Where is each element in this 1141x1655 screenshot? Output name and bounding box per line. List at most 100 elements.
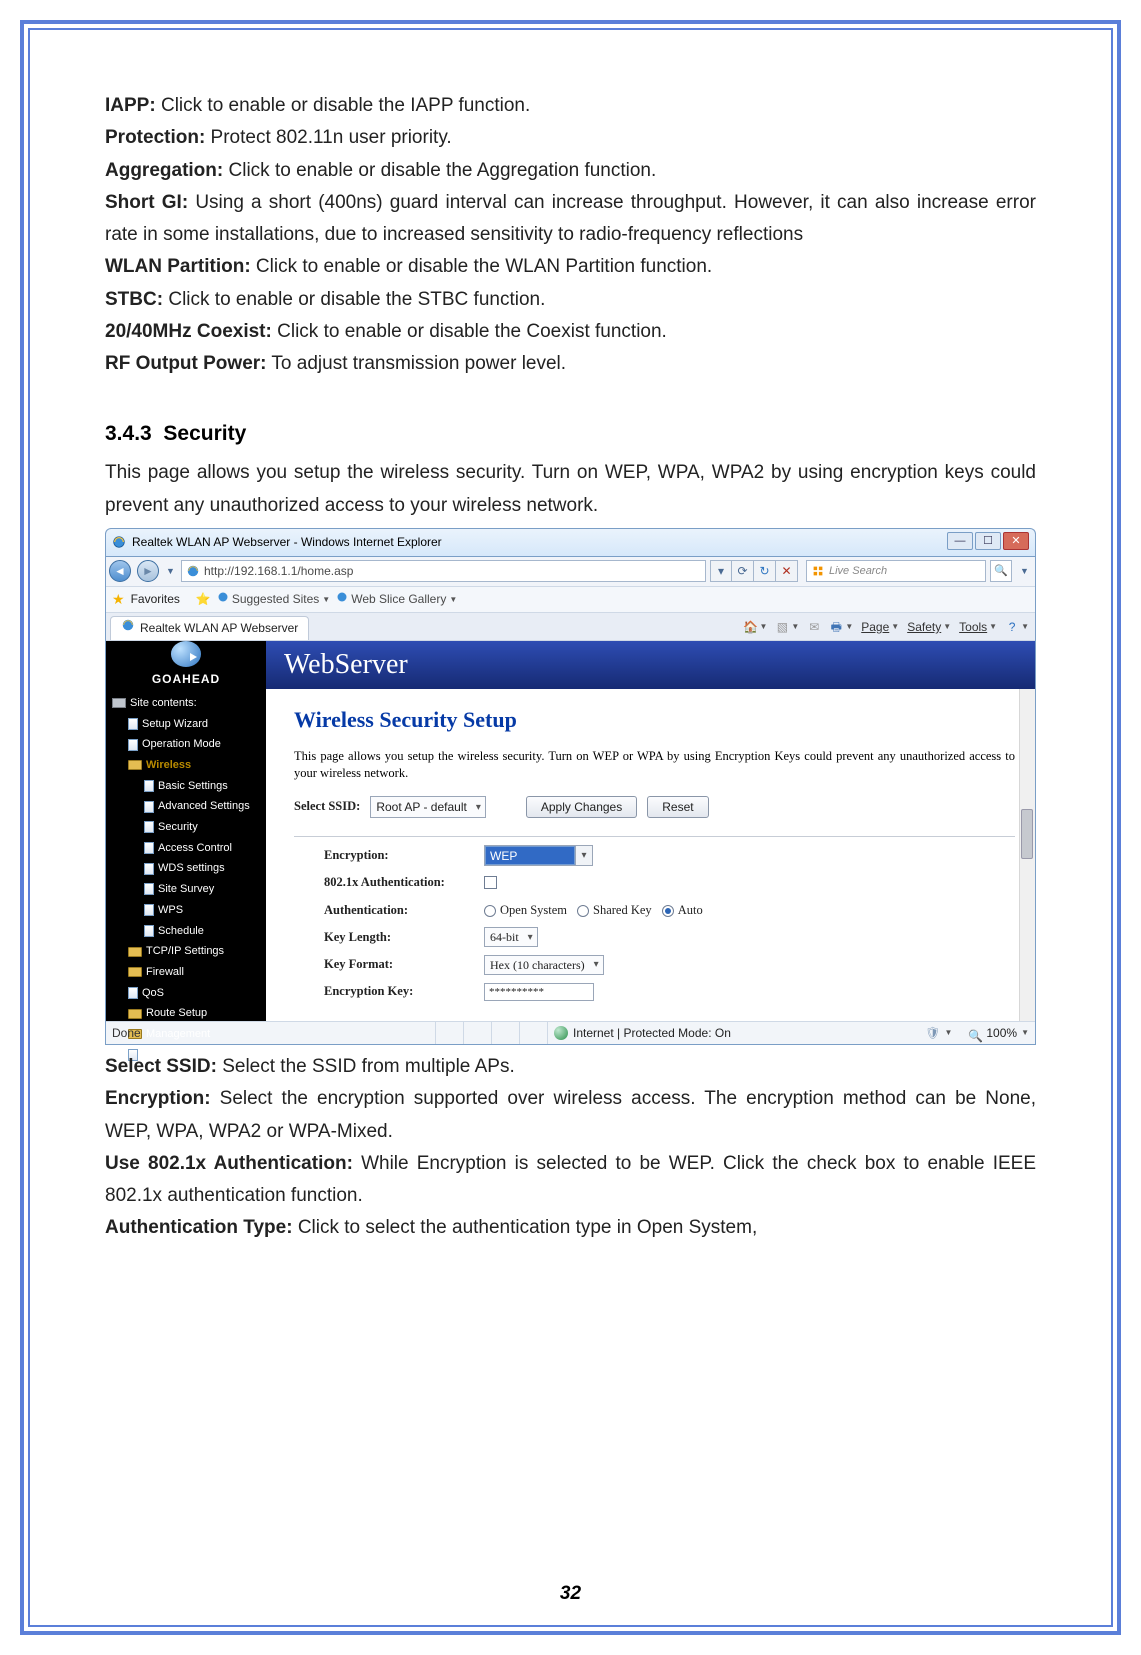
- wss-title: Wireless Security Setup: [294, 701, 1015, 738]
- authtype-def-label: Authentication Type:: [105, 1217, 293, 1238]
- aggregation-label: Aggregation:: [105, 160, 223, 181]
- authentication-label: Authentication:: [324, 900, 484, 921]
- page-number: 32: [30, 1583, 1111, 1605]
- window-maximize-button[interactable]: ☐: [975, 532, 1001, 550]
- tree-item-qos[interactable]: QoS: [110, 983, 262, 1004]
- favorites-star-icon[interactable]: ★: [112, 588, 125, 612]
- tree-root-icon: [112, 698, 126, 708]
- auth-open-option[interactable]: Open System: [484, 900, 567, 921]
- status-zone: Internet | Protected Mode: On: [573, 1023, 731, 1043]
- folder-icon: [128, 1009, 142, 1019]
- auth-shared-option[interactable]: Shared Key: [577, 900, 652, 921]
- select-ssid-dropdown[interactable]: Root AP - default: [370, 796, 486, 818]
- favorites-label[interactable]: Favorites: [131, 589, 180, 609]
- favorites-add-icon[interactable]: ⭐: [196, 589, 211, 609]
- window-minimize-button[interactable]: —: [947, 532, 973, 550]
- tree-item-advanced-settings[interactable]: Advanced Settings: [110, 796, 262, 817]
- window-close-button[interactable]: ✕: [1003, 532, 1029, 550]
- cmd-rss[interactable]: ▧▼: [775, 620, 799, 634]
- enckey-input[interactable]: **********: [484, 983, 594, 1001]
- tree-item-schedule[interactable]: Schedule: [110, 921, 262, 942]
- tree-item-site-survey[interactable]: Site Survey: [110, 879, 262, 900]
- browser-tab[interactable]: Realtek WLAN AP Webserver: [110, 616, 309, 640]
- favorites-bar: ★ Favorites ⭐ Suggested Sites▼ Web Slice…: [106, 587, 1035, 613]
- tree-item-operation-mode[interactable]: Operation Mode: [110, 734, 262, 755]
- cmd-home[interactable]: 🏠▼: [743, 620, 767, 634]
- keylen-label: Key Length:: [324, 927, 484, 948]
- tree-root-label: Site contents:: [110, 693, 262, 714]
- tree-item-security[interactable]: Security: [110, 817, 262, 838]
- search-box[interactable]: Live Search: [806, 560, 986, 582]
- address-dropdown-button[interactable]: ▾: [710, 560, 732, 582]
- tree-item-tcpip[interactable]: TCP/IP Settings: [110, 941, 262, 962]
- auth8021x-checkbox[interactable]: [484, 876, 497, 889]
- scrollbar-thumb[interactable]: [1021, 809, 1033, 859]
- mail-icon: ✉: [807, 620, 821, 634]
- command-bar: 🏠▼ ▧▼ ✉ 🖶▼ Page▼ Safety▼ Tools▼ ?▼: [743, 617, 1029, 637]
- nav-recent-dropdown[interactable]: ▼: [164, 562, 177, 580]
- tree-item-basic-settings[interactable]: Basic Settings: [110, 776, 262, 797]
- zoom-dropdown[interactable]: ▼: [1021, 1026, 1029, 1040]
- document-body: IAPP: Click to enable or disable the IAP…: [105, 90, 1036, 1245]
- cmd-page-menu[interactable]: Page▼: [861, 617, 899, 637]
- goahead-logo: GOAHEAD: [106, 641, 266, 689]
- cmd-help[interactable]: ?▼: [1005, 620, 1029, 634]
- auth8021x-label: 802.1x Authentication:: [324, 872, 484, 893]
- search-dropdown[interactable]: ▼: [1018, 562, 1031, 580]
- rss-icon: ▧: [775, 620, 789, 634]
- use8021x-def-label: Use 802.1x Authentication:: [105, 1153, 353, 1174]
- stop-button[interactable]: ✕: [776, 560, 798, 582]
- folder-icon: [128, 947, 142, 957]
- wlanpart-text: Click to enable or disable the WLAN Part…: [251, 256, 713, 277]
- search-provider-icon: [811, 564, 825, 578]
- content-pane: Wireless Security Setup This page allows…: [266, 689, 1035, 1021]
- tree-item-firewall[interactable]: Firewall: [110, 962, 262, 983]
- scrollbar[interactable]: [1019, 689, 1035, 1021]
- refresh-button[interactable]: ⟳: [732, 560, 754, 582]
- goahead-text: GOAHEAD: [152, 669, 220, 689]
- tree-item-route[interactable]: Route Setup: [110, 1003, 262, 1024]
- wss-description: This page allows you setup the wireless …: [294, 748, 1015, 782]
- page-icon: [128, 739, 138, 751]
- window-title: Realtek WLAN AP Webserver - Windows Inte…: [132, 532, 442, 552]
- keylen-dropdown[interactable]: 64-bit: [484, 927, 538, 947]
- suggested-sites-link[interactable]: Suggested Sites▼: [217, 589, 330, 609]
- tree-item-wds[interactable]: WDS settings: [110, 858, 262, 879]
- status-done: Done: [106, 1022, 436, 1044]
- section-title: Security: [163, 422, 246, 445]
- stbc-label: STBC:: [105, 289, 163, 310]
- keyfmt-dropdown[interactable]: Hex (10 characters): [484, 955, 604, 975]
- print-icon: 🖶: [829, 620, 843, 634]
- web-slice-link[interactable]: Web Slice Gallery▼: [336, 589, 457, 609]
- tree-item-wireless[interactable]: Wireless: [110, 755, 262, 776]
- cmd-mail[interactable]: ✉: [807, 620, 821, 634]
- iapp-label: IAPP:: [105, 95, 156, 116]
- refresh-alt-button[interactable]: ↻: [754, 560, 776, 582]
- encryption-dropdown[interactable]: WEP▾: [484, 845, 593, 866]
- address-url: http://192.168.1.1/home.asp: [204, 561, 353, 581]
- nav-back-button[interactable]: ◄: [109, 560, 131, 582]
- tree-item-setup-wizard[interactable]: Setup Wizard: [110, 714, 262, 735]
- radio-checked-icon: [662, 905, 674, 917]
- status-zoom[interactable]: 100%: [986, 1023, 1017, 1043]
- cmd-print[interactable]: 🖶▼: [829, 620, 853, 634]
- rf-label: RF Output Power:: [105, 353, 266, 374]
- search-go-button[interactable]: 🔍: [990, 560, 1012, 582]
- apply-changes-button[interactable]: Apply Changes: [526, 796, 637, 818]
- auth-auto-option[interactable]: Auto: [662, 900, 703, 921]
- tree-item-wps[interactable]: WPS: [110, 900, 262, 921]
- address-bar[interactable]: http://192.168.1.1/home.asp: [181, 560, 706, 582]
- window-titlebar[interactable]: Realtek WLAN AP Webserver - Windows Inte…: [105, 528, 1036, 556]
- cmd-safety-menu[interactable]: Safety▼: [907, 617, 951, 637]
- protected-mode-icon[interactable]: 🛡: [925, 1023, 940, 1043]
- reset-button[interactable]: Reset: [647, 796, 708, 818]
- zoom-icon[interactable]: 🔍: [968, 1026, 982, 1040]
- nav-forward-button[interactable]: ►: [137, 560, 159, 582]
- help-icon: ?: [1005, 620, 1019, 634]
- page-icon: [128, 718, 138, 730]
- authtype-def-text: Click to select the authentication type …: [293, 1217, 758, 1238]
- cmd-tools-menu[interactable]: Tools▼: [959, 617, 997, 637]
- protection-label: Protection:: [105, 127, 205, 148]
- tree-item-access-control[interactable]: Access Control: [110, 838, 262, 859]
- encryption-def-text: Select the encryption supported over wir…: [105, 1088, 1036, 1141]
